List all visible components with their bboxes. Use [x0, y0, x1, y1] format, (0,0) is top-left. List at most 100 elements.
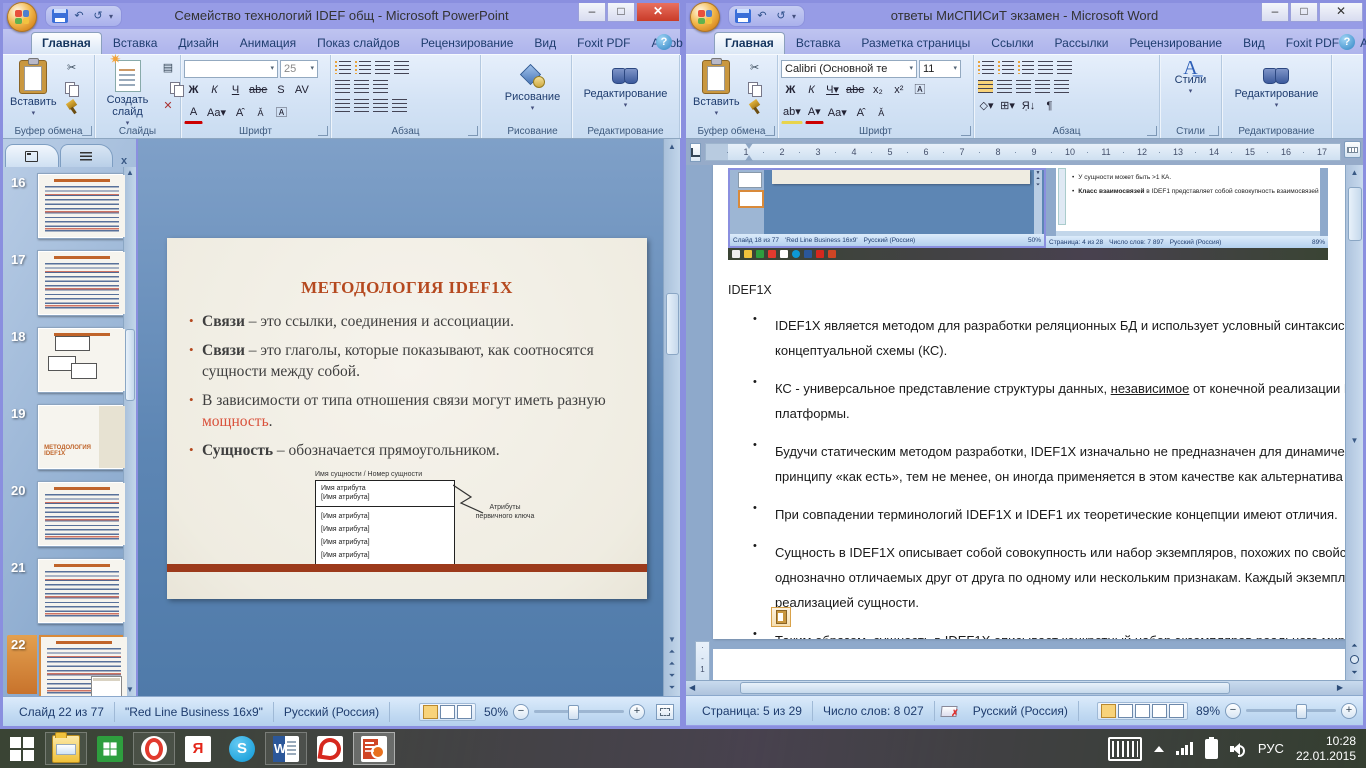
underline-button[interactable]: Ч▾: [823, 82, 842, 100]
italic-button[interactable]: К: [205, 82, 224, 100]
tab-вид[interactable]: Вид: [1233, 33, 1275, 54]
ppt-font-name-box[interactable]: ▾: [184, 60, 278, 78]
taskbar-file-explorer[interactable]: [44, 729, 88, 768]
shading-button[interactable]: ◇▾: [977, 98, 996, 116]
columns-button[interactable]: [373, 80, 388, 93]
clock[interactable]: 10:28 22.01.2015: [1296, 734, 1356, 764]
ppt-language[interactable]: Русский (Россия): [274, 702, 390, 722]
select-browse-object-icon[interactable]: [1350, 655, 1359, 664]
slide-editor-area[interactable]: МЕТОДОЛОГИЯ IDEF1X Связи – это ссылки, с…: [138, 139, 680, 696]
paste-options-button[interactable]: [771, 607, 791, 627]
grow-font-button[interactable]: А̂: [851, 105, 870, 123]
taskbar-word[interactable]: W: [264, 729, 308, 768]
taskbar-acrobat[interactable]: [308, 729, 352, 768]
redo-icon[interactable]: ↺: [90, 9, 106, 23]
editing-button[interactable]: Редактирование▾: [580, 62, 672, 114]
styles-button[interactable]: А̲ Стили▾: [1171, 60, 1211, 100]
font-dialog-launcher[interactable]: [318, 126, 328, 136]
zoom-out-icon[interactable]: −: [1225, 703, 1241, 719]
increase-indent-button[interactable]: [1057, 61, 1072, 74]
tab-дизайн[interactable]: Дизайн: [168, 33, 228, 54]
multilevel-list-button[interactable]: [1018, 61, 1034, 74]
office-button[interactable]: [7, 2, 37, 32]
tab-outline[interactable]: [60, 144, 114, 167]
change-case-button[interactable]: Aa▾: [205, 105, 228, 123]
bold-button[interactable]: Ж: [184, 82, 203, 100]
increase-indent-button[interactable]: [354, 80, 369, 93]
word-vertical-scrollbar[interactable]: ▲ ▼ ⏶ ⏷: [1345, 165, 1363, 680]
help-icon[interactable]: ?: [1339, 34, 1355, 50]
slide-thumbnail-21[interactable]: 21: [7, 558, 136, 624]
save-icon[interactable]: [52, 9, 68, 23]
tab-вид[interactable]: Вид: [524, 33, 566, 54]
print-layout-icon[interactable]: [1101, 704, 1116, 718]
reset-slide-icon[interactable]: [159, 80, 177, 96]
document-bullets[interactable]: •IDEF1X является методом для разработки …: [753, 313, 1353, 639]
previous-page-icon[interactable]: ⏶: [1351, 641, 1357, 651]
word-minimize-button[interactable]: –: [1261, 3, 1289, 22]
tab-foxit-pdf[interactable]: Foxit PDF: [567, 33, 640, 54]
word-zoom-slider[interactable]: [1246, 709, 1336, 712]
document-page-next[interactable]: [713, 649, 1353, 680]
save-icon[interactable]: [735, 9, 751, 23]
slide-scrollbar[interactable]: ▲ ▼ ⏶⏶ ⏷⏷: [663, 139, 680, 696]
slide-thumbnail-19[interactable]: 19МЕТОДОЛОГИЯ IDEF1X: [7, 404, 136, 470]
page-counter[interactable]: Страница: 5 из 29: [692, 701, 813, 721]
bold-button[interactable]: Ж: [781, 82, 800, 100]
paste-button[interactable]: Вставить▾: [689, 58, 744, 122]
horizontal-ruler[interactable]: 1234567891011121314151617: [705, 143, 1341, 161]
new-slide-button[interactable]: Создать слайд▾: [98, 58, 157, 132]
align-left-button[interactable]: [978, 80, 993, 93]
align-center-button[interactable]: [354, 99, 369, 112]
bullets-button[interactable]: [978, 61, 994, 74]
justify-button[interactable]: [1035, 80, 1050, 93]
slide-sorter-icon[interactable]: [440, 705, 455, 719]
tab-stop-selector[interactable]: [690, 143, 701, 162]
ppt-zoom-slider[interactable]: [534, 710, 624, 713]
tab-рецензирование[interactable]: Рецензирование: [411, 33, 524, 54]
clipboard-dialog-launcher[interactable]: [82, 126, 92, 136]
document-heading[interactable]: IDEF1X: [728, 283, 772, 297]
ppt-font-size-box[interactable]: 25▾: [280, 60, 318, 78]
start-button[interactable]: [0, 729, 44, 768]
next-page-icon[interactable]: ⏷: [1351, 668, 1357, 678]
tab-анимация[interactable]: Анимация: [230, 33, 306, 54]
taskbar-yandex-browser[interactable]: Я: [176, 729, 220, 768]
zoom-out-icon[interactable]: −: [513, 704, 529, 720]
tab-slides[interactable]: [5, 144, 59, 167]
borders-button[interactable]: ⊞▾: [998, 98, 1017, 116]
ppt-close-button[interactable]: ✕: [636, 3, 680, 22]
taskbar-opera[interactable]: [132, 729, 176, 768]
subscript-button[interactable]: x₂: [868, 82, 887, 100]
font-color-button[interactable]: А: [184, 104, 203, 124]
tab-foxit-pdf[interactable]: Foxit PDF: [1276, 33, 1349, 54]
text-direction-button[interactable]: [394, 61, 409, 74]
format-painter-icon[interactable]: [746, 99, 764, 115]
justify-button[interactable]: [392, 99, 407, 112]
paragraph-dialog-launcher[interactable]: [468, 126, 478, 136]
next-slide-icon[interactable]: ⏷⏷: [669, 670, 675, 694]
show-marks-button[interactable]: ¶: [1040, 98, 1059, 116]
clear-formatting-button[interactable]: 🄰: [910, 82, 929, 100]
ppt-maximize-button[interactable]: □: [607, 3, 635, 22]
editing-button[interactable]: Редактирование▾: [1231, 62, 1323, 114]
decrease-indent-button[interactable]: [335, 80, 350, 93]
battery-icon[interactable]: [1205, 739, 1218, 759]
word-count[interactable]: Число слов: 8 027: [813, 701, 935, 721]
embedded-screenshot-image[interactable]: ▼⏶⏷ Слайд 18 из 77 'Red Line Business 16…: [728, 168, 1328, 260]
theme-name[interactable]: "Red Line Business 16x9": [115, 702, 274, 722]
styles-dialog-launcher[interactable]: [1209, 126, 1219, 136]
tab-рецензирование[interactable]: Рецензирование: [1119, 33, 1232, 54]
word-font-name-box[interactable]: Calibri (Основной те▾: [781, 60, 917, 78]
taskbar-skype[interactable]: S: [220, 729, 264, 768]
zoom-in-icon[interactable]: +: [629, 704, 645, 720]
slideshow-icon[interactable]: [457, 705, 472, 719]
change-case-button[interactable]: Aa▾: [826, 105, 849, 123]
help-icon[interactable]: ?: [656, 34, 672, 50]
taskbar-windows-store[interactable]: [88, 729, 132, 768]
tab-главная[interactable]: Главная: [714, 32, 785, 54]
network-signal-icon[interactable]: [1176, 742, 1193, 755]
volume-icon[interactable]: [1230, 742, 1246, 756]
font-color-button[interactable]: А▾: [805, 104, 824, 124]
draft-view-icon[interactable]: [1169, 704, 1184, 718]
